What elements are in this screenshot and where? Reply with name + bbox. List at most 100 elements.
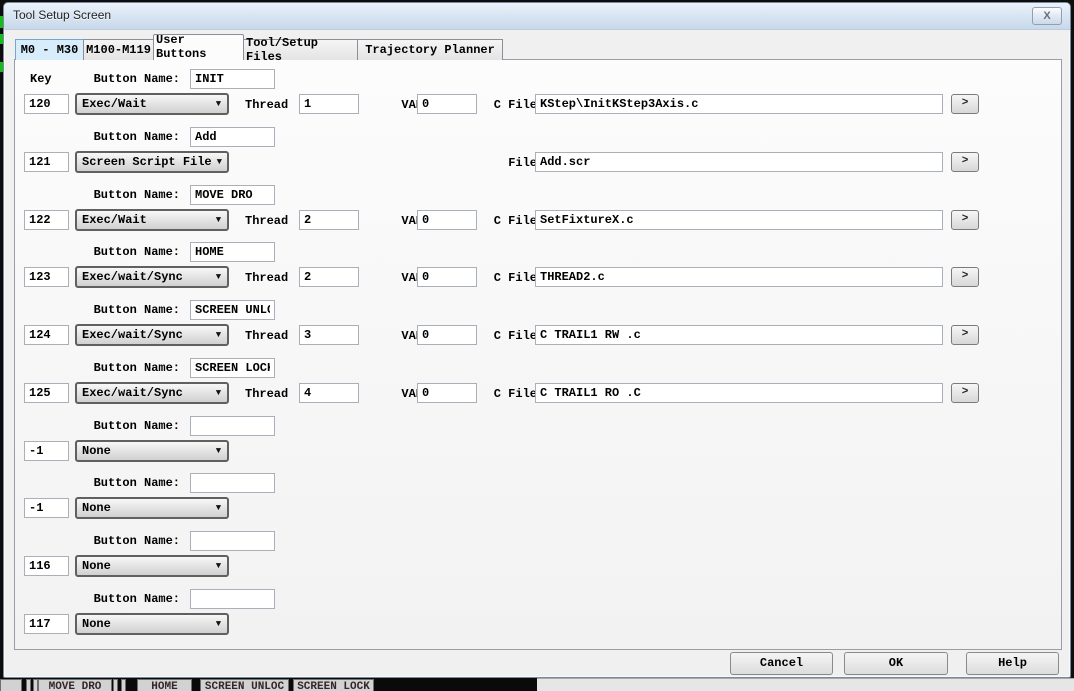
button-name-label: Button Name: [75, 245, 180, 259]
tool-setup-dialog: Tool Setup Screen X M0 - M30 M100-M119 U… [3, 2, 1071, 678]
action-type-select[interactable]: None ▼ [75, 555, 229, 577]
action-type-select[interactable]: Exec/wait/Sync ▼ [75, 382, 229, 404]
button-name-label: Button Name: [75, 419, 180, 433]
tab-m0-m30[interactable]: M0 - M30 [15, 39, 84, 60]
tab-trajectory-planner[interactable]: Trajectory Planner [357, 39, 503, 60]
button-name-label: Button Name: [75, 361, 180, 375]
file-path-input[interactable] [535, 325, 943, 345]
chevron-down-icon: ▼ [210, 561, 227, 571]
chevron-down-icon: ▼ [210, 503, 227, 513]
background-button-screen-lock[interactable]: SCREEN LOCK [293, 679, 374, 691]
button-name-input[interactable] [190, 473, 275, 493]
browse-button[interactable]: > [951, 210, 979, 230]
help-button[interactable]: Help [966, 652, 1059, 675]
background-button-screen-unlock[interactable]: SCREEN UNLOC [200, 679, 289, 691]
action-type-value: None [77, 501, 210, 515]
close-icon[interactable]: X [1032, 7, 1062, 25]
key-input[interactable] [24, 498, 69, 518]
button-config-row: Button Name: Exec/wait/Sync ▼ Thread VAR… [15, 300, 1061, 358]
button-name-input[interactable] [190, 416, 275, 436]
action-type-value: Exec/wait/Sync [77, 328, 210, 342]
browse-button[interactable]: > [951, 267, 979, 287]
button-name-input[interactable] [190, 531, 275, 551]
file-label: C File [465, 329, 537, 343]
background-app-button-row: MOVE DRO HOME SCREEN UNLOC SCREEN LOCK [0, 678, 537, 691]
button-name-input[interactable] [190, 185, 275, 205]
chevron-down-icon: ▼ [212, 157, 227, 167]
action-type-value: None [77, 617, 210, 631]
thread-input[interactable] [299, 94, 359, 114]
browse-button[interactable]: > [951, 325, 979, 345]
button-name-input[interactable] [190, 358, 275, 378]
button-name-input[interactable] [190, 242, 275, 262]
tab-tool-setup-files[interactable]: Tool/Setup Files [243, 39, 358, 60]
key-column-label: Key [30, 72, 52, 86]
action-type-select[interactable]: Exec/wait/Sync ▼ [75, 324, 229, 346]
action-type-select[interactable]: Exec/Wait ▼ [75, 93, 229, 115]
thread-label: Thread [245, 98, 288, 112]
action-type-select[interactable]: None ▼ [75, 440, 229, 462]
background-button-move-dro[interactable]: MOVE DRO [38, 679, 112, 691]
button-name-input[interactable] [190, 589, 275, 609]
key-input[interactable] [24, 152, 69, 172]
key-input[interactable] [24, 94, 69, 114]
browse-button[interactable]: > [951, 383, 979, 403]
tab-user-buttons[interactable]: User Buttons [153, 34, 244, 60]
background-button-fragment[interactable] [0, 679, 22, 691]
action-type-select[interactable]: None ▼ [75, 613, 229, 635]
key-input[interactable] [24, 325, 69, 345]
chevron-down-icon: ▼ [210, 388, 227, 398]
chevron-down-icon: ▼ [210, 272, 227, 282]
file-path-input[interactable] [535, 152, 943, 172]
file-path-input[interactable] [535, 210, 943, 230]
button-config-row: Button Name: None ▼ [15, 589, 1061, 647]
button-name-label: Button Name: [75, 130, 180, 144]
cancel-button[interactable]: Cancel [730, 652, 833, 675]
key-input[interactable] [24, 441, 69, 461]
tab-m100-m119[interactable]: M100-M119 [83, 39, 154, 60]
background-button-fragment[interactable] [113, 679, 118, 691]
chevron-down-icon: ▼ [210, 446, 227, 456]
file-label: C File [465, 98, 537, 112]
button-config-row: Button Name: None ▼ [15, 416, 1061, 474]
browse-button[interactable]: > [951, 94, 979, 114]
background-app-panel [537, 678, 1074, 691]
button-config-row: Key Button Name: Exec/Wait ▼ Thread VAR … [15, 69, 1061, 127]
action-type-value: None [77, 559, 210, 573]
button-name-input[interactable] [190, 127, 275, 147]
background-button-home[interactable]: HOME [137, 679, 192, 691]
key-input[interactable] [24, 614, 69, 634]
file-path-input[interactable] [535, 383, 943, 403]
thread-input[interactable] [299, 267, 359, 287]
key-input[interactable] [24, 556, 69, 576]
ok-button[interactable]: OK [844, 652, 948, 675]
button-name-label: Button Name: [75, 592, 180, 606]
action-type-select[interactable]: Exec/wait/Sync ▼ [75, 266, 229, 288]
thread-input[interactable] [299, 210, 359, 230]
file-label: C File [465, 271, 537, 285]
key-input[interactable] [24, 210, 69, 230]
button-config-row: Button Name: Exec/wait/Sync ▼ Thread VAR… [15, 242, 1061, 300]
thread-input[interactable] [299, 325, 359, 345]
key-input[interactable] [24, 267, 69, 287]
button-config-row: Button Name: Exec/wait/Sync ▼ Thread VAR… [15, 358, 1061, 416]
key-input[interactable] [24, 383, 69, 403]
action-type-value: None [77, 444, 210, 458]
chevron-down-icon: ▼ [210, 330, 227, 340]
action-type-select[interactable]: None ▼ [75, 497, 229, 519]
background-button-fragment[interactable] [26, 679, 31, 691]
file-path-input[interactable] [535, 267, 943, 287]
button-name-input[interactable] [190, 69, 275, 89]
thread-label: Thread [245, 214, 288, 228]
tab-strip: M0 - M30 M100-M119 User Buttons Tool/Set… [15, 34, 502, 60]
file-label: File [465, 156, 537, 170]
action-type-select[interactable]: Screen Script File ▼ [75, 151, 229, 173]
browse-button[interactable]: > [951, 152, 979, 172]
file-path-input[interactable] [535, 94, 943, 114]
thread-input[interactable] [299, 383, 359, 403]
background-button-fragment[interactable] [121, 679, 126, 691]
action-type-select[interactable]: Exec/Wait ▼ [75, 209, 229, 231]
action-type-value: Exec/wait/Sync [77, 386, 210, 400]
button-name-input[interactable] [190, 300, 275, 320]
dialog-titlebar[interactable]: Tool Setup Screen X [4, 3, 1070, 30]
